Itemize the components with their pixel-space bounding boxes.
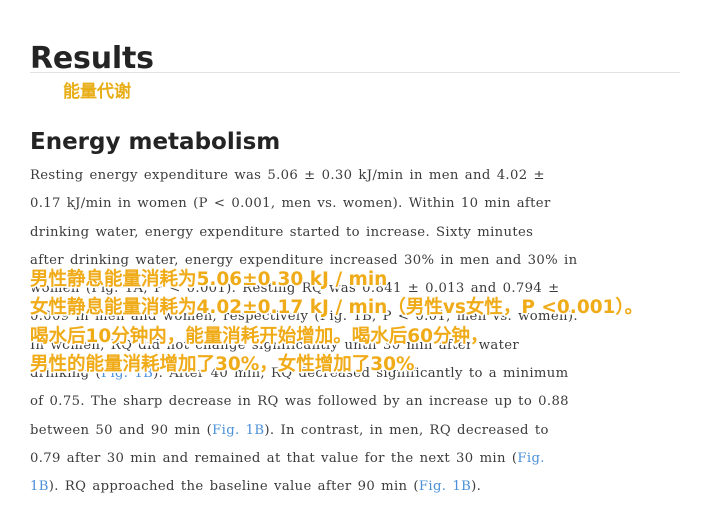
title-divider <box>30 72 680 73</box>
paragraph-line: Resting energy expenditure was 5.06 ± 0.… <box>30 168 545 183</box>
paragraph-line: of 0.75. The sharp decrease in RQ was fo… <box>30 394 569 410</box>
page-title: Results <box>30 41 154 77</box>
figure-link-1b-part2[interactable]: 1B <box>30 479 49 494</box>
paragraph-line-prefix: between 50 and 90 min ( <box>30 422 213 438</box>
overlay-line: 男性的能量消耗增加了30%，女性增加了30% <box>28 352 416 376</box>
subsection-title: Energy metabolism <box>30 129 281 156</box>
translation-overlay: 男性静息能量消耗为5.06±0.30 kJ / min 女性静息能量消耗为4.0… <box>28 266 710 379</box>
paragraph-line-suffix: ). In contrast, in men, RQ decreased to <box>264 422 549 438</box>
paragraph-line-prefix: 0.79 after 30 min and remained at that v… <box>30 450 518 466</box>
paragraph-line-mid: ). RQ approached the baseline value afte… <box>48 479 419 495</box>
paragraph-line-with-figure-link: 0.79 after 30 min and remained at that v… <box>30 451 545 466</box>
overlay-line: 男性静息能量消耗为5.06±0.30 kJ / min <box>28 267 389 291</box>
document-page: Results 能量代谢 Energy metabolism Resting e… <box>0 0 720 518</box>
overlay-line: 女性静息能量消耗为4.02±0.17 kJ / min（男性vs女性，P <0.… <box>28 296 644 320</box>
paragraph-line: drinking water, energy expenditure start… <box>30 224 534 240</box>
subsection-translation-annotation: 能量代谢 <box>62 82 132 102</box>
figure-link-1b[interactable]: Fig. 1B <box>419 479 471 494</box>
figure-link-1b-part1[interactable]: Fig. <box>517 451 544 466</box>
paragraph-line-with-figure-link: between 50 and 90 min (Fig. 1B). In cont… <box>30 423 549 438</box>
figure-link-1b[interactable]: Fig. 1B <box>212 423 264 438</box>
paragraph-line-suffix: ). <box>471 479 482 495</box>
paragraph-line: 0.17 kJ/min in women (P < 0.001, men vs.… <box>30 196 551 212</box>
paragraph-line-with-figure-link: 1B). RQ approached the baseline value af… <box>30 479 481 494</box>
overlay-line: 喝水后10分钟内，能量消耗开始增加。喝水后60分钟， <box>28 324 490 348</box>
